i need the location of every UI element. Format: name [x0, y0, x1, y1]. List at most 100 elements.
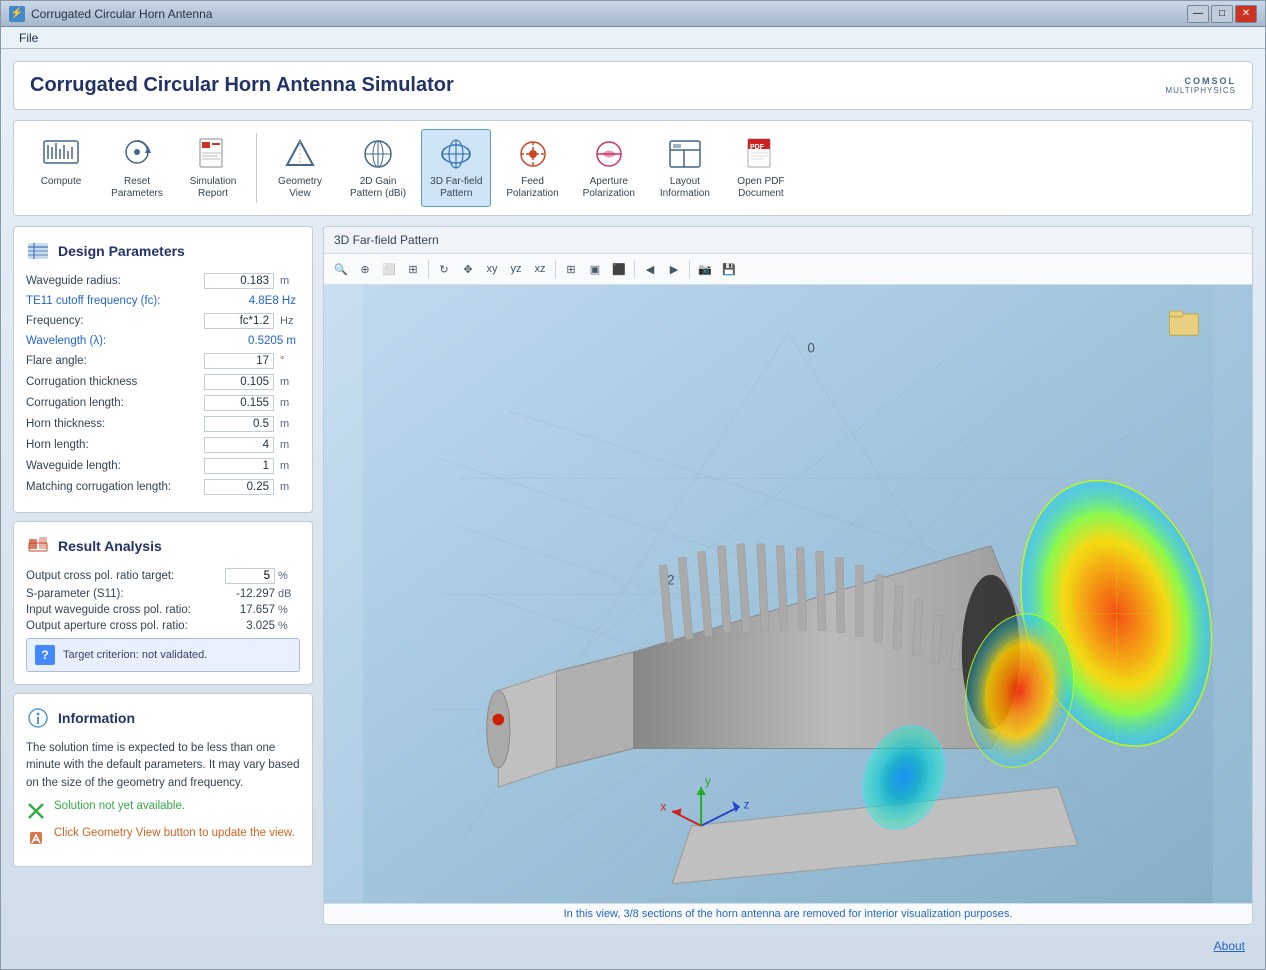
view-xy-btn[interactable]: xy — [481, 258, 503, 280]
design-params-header: Design Parameters — [26, 239, 300, 263]
s-param-value: -12.297 — [220, 588, 275, 600]
x-icon — [26, 801, 46, 821]
result-unit: % — [278, 570, 300, 582]
aperture-pol-button[interactable]: AperturePolarization — [574, 129, 644, 207]
result-analysis-header: Result Analysis — [26, 534, 300, 558]
param-corrugation-length: Corrugation length: m — [26, 395, 300, 411]
viz-sep-3 — [634, 260, 635, 278]
information-section: Information The solution time is expecte… — [13, 693, 313, 867]
next-btn[interactable]: ▶ — [663, 258, 685, 280]
status-geometry-text: Click Geometry View button to update the… — [54, 827, 295, 839]
feed-pol-icon — [513, 136, 553, 172]
app-title: Corrugated Circular Horn Antenna Simulat… — [30, 74, 454, 97]
sim-report-label: SimulationReport — [190, 176, 237, 200]
geometry-view-label: GeometryView — [278, 176, 322, 200]
param-label: Flare angle: — [26, 355, 198, 367]
toolbar-sep-1 — [256, 133, 257, 203]
aperture-pol-label: AperturePolarization — [583, 176, 635, 200]
maximize-button[interactable]: □ — [1211, 5, 1233, 23]
prev-btn[interactable]: ◀ — [639, 258, 661, 280]
flare-angle-input[interactable] — [204, 353, 274, 369]
reset-icon — [117, 136, 157, 172]
result-label: S-parameter (S11): — [26, 588, 220, 600]
zoom-fit-btn[interactable]: ⊞ — [402, 258, 424, 280]
input-cross-pol-value: 17.657 — [220, 604, 275, 616]
bottom-bar: About — [13, 935, 1253, 957]
result-analysis-title: Result Analysis — [58, 538, 162, 554]
param-label: Frequency: — [26, 315, 198, 327]
rotate-btn[interactable]: ↻ — [433, 258, 455, 280]
sim-report-button[interactable]: SimulationReport — [178, 129, 248, 207]
param-wavelength: Wavelength (λ): 0.5205 m — [26, 334, 300, 348]
param-unit: m — [280, 275, 300, 287]
reset-params-label: ResetParameters — [111, 176, 163, 200]
compute-label: Compute — [41, 176, 82, 188]
result-output-cross-pol: Output aperture cross pol. ratio: 3.025 … — [26, 620, 300, 632]
geometry-view-button[interactable]: GeometryView — [265, 129, 335, 207]
header-card: Corrugated Circular Horn Antenna Simulat… — [13, 61, 1253, 110]
3d-farfield-button[interactable]: 3D Far-fieldPattern — [421, 129, 491, 207]
result-s-param: S-parameter (S11): -12.297 dB — [26, 588, 300, 600]
zoom-reset-btn[interactable]: 🔍 — [330, 258, 352, 280]
param-horn-thickness: Horn thickness: m — [26, 416, 300, 432]
param-label: Horn thickness: — [26, 418, 198, 430]
compute-button[interactable]: Compute — [26, 129, 96, 207]
param-matching-corrugation: Matching corrugation length: m — [26, 479, 300, 495]
main-content: Corrugated Circular Horn Antenna Simulat… — [1, 49, 1265, 969]
param-unit: m — [280, 481, 300, 493]
minimize-button[interactable]: — — [1187, 5, 1209, 23]
warning-icon: ? — [35, 645, 55, 665]
status-geometry: Click Geometry View button to update the… — [26, 827, 300, 848]
result-label: Input waveguide cross pol. ratio: — [26, 604, 220, 616]
work-area: Design Parameters Waveguide radius: m TE… — [13, 226, 1253, 925]
reset-params-button[interactable]: ResetParameters — [102, 129, 172, 207]
3d-farfield-icon — [436, 136, 476, 172]
2d-gain-button[interactable]: 2D GainPattern (dBi) — [341, 129, 415, 207]
horn-thickness-input[interactable] — [204, 416, 274, 432]
comsol-sub: MULTIPHYSICS — [1165, 86, 1236, 95]
waveguide-radius-input[interactable] — [204, 273, 274, 289]
wavelength-value: 0.5205 m — [230, 334, 300, 348]
feed-pol-button[interactable]: FeedPolarization — [497, 129, 567, 207]
right-panel: 3D Far-field Pattern 🔍 ⊕ ⬜ ⊞ ↻ ✥ xy yz x… — [323, 226, 1253, 925]
waveguide-length-input[interactable] — [204, 458, 274, 474]
frame-btn[interactable]: ▣ — [584, 258, 606, 280]
compute-icon — [41, 136, 81, 172]
param-frequency: Frequency: Hz — [26, 313, 300, 329]
zoom-box-btn[interactable]: ⬜ — [378, 258, 400, 280]
warning-box: ? Target criterion: not validated. — [26, 638, 300, 672]
screenshot-btn[interactable]: 📷 — [694, 258, 716, 280]
layout-info-label: LayoutInformation — [660, 176, 710, 200]
corrugation-thickness-input[interactable] — [204, 374, 274, 390]
view-xz-btn[interactable]: xz — [529, 258, 551, 280]
about-link[interactable]: About — [1214, 939, 1245, 953]
viz-sep — [428, 260, 429, 278]
param-corrugation-thickness: Corrugation thickness m — [26, 374, 300, 390]
corrugation-length-input[interactable] — [204, 395, 274, 411]
pan-btn[interactable]: ✥ — [457, 258, 479, 280]
param-label: Horn length: — [26, 439, 198, 451]
zoom-in-btn[interactable]: ⊕ — [354, 258, 376, 280]
param-label: Matching corrugation length: — [26, 481, 198, 493]
frequency-input[interactable] — [204, 313, 274, 329]
export-btn[interactable]: ⬛ — [608, 258, 630, 280]
svg-text:x: x — [661, 801, 667, 813]
matching-corrugation-input[interactable] — [204, 479, 274, 495]
view-yz-btn[interactable]: yz — [505, 258, 527, 280]
open-pdf-button[interactable]: PDF Open PDFDocument — [726, 129, 796, 207]
close-button[interactable]: ✕ — [1235, 5, 1257, 23]
horn-length-input[interactable] — [204, 437, 274, 453]
layout-info-button[interactable]: LayoutInformation — [650, 129, 720, 207]
save-btn[interactable]: 💾 — [718, 258, 740, 280]
table-btn[interactable]: ⊞ — [560, 258, 582, 280]
app-icon: ⚡ — [9, 6, 25, 22]
comsol-text: COMSOL — [1185, 76, 1237, 86]
comsol-logo: COMSOL MULTIPHYSICS — [1165, 76, 1236, 95]
left-panel: Design Parameters Waveguide radius: m TE… — [13, 226, 313, 925]
param-unit: m — [280, 439, 300, 451]
menu-file[interactable]: File — [9, 29, 48, 47]
param-waveguide-length: Waveguide length: m — [26, 458, 300, 474]
cross-pol-target-input[interactable] — [225, 568, 275, 584]
param-label: Waveguide length: — [26, 460, 198, 472]
info-text: The solution time is expected to be less… — [26, 740, 300, 792]
